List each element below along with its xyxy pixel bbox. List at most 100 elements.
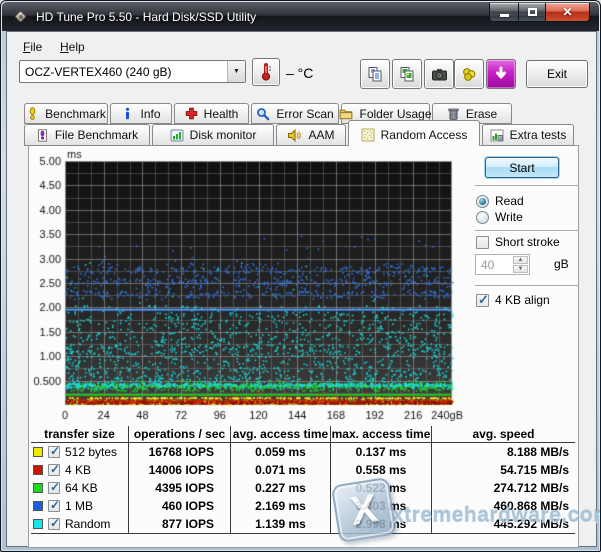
column-header: max. access time [330, 426, 431, 442]
tab-label: Random Access [380, 128, 468, 142]
write-radio[interactable] [476, 211, 489, 224]
tab-disk-monitor[interactable]: Disk monitor [152, 124, 274, 146]
tab-info[interactable]: Info [110, 103, 172, 124]
window-title: HD Tune Pro 5.50 - Hard Disk/SSD Utility [36, 10, 257, 24]
series-visible-checkbox[interactable] [48, 462, 60, 476]
random-access-panel: Start Read Write Short stroke 40 ▲ ▼ gB … [28, 145, 600, 548]
results-table-header: transfer size operations / sec avg. access… [31, 426, 575, 443]
spinner-down-icon[interactable]: ▼ [513, 265, 528, 273]
disk-monitor-icon [170, 129, 184, 142]
tab-label: File Benchmark [54, 128, 139, 142]
series-visible-checkbox[interactable] [48, 480, 60, 494]
minimize-button[interactable] [489, 3, 519, 22]
short-stroke-size-spinner[interactable]: 40 ▲ ▼ [475, 254, 530, 275]
tab-label: Error Scan [276, 106, 334, 121]
drive-select-value: OCZ-VERTEX460 (240 gB) [25, 64, 172, 79]
series-color-swatch [33, 519, 43, 529]
series-color-swatch [33, 501, 43, 511]
tab-random-access[interactable]: Random Access [348, 120, 480, 146]
tab-label: Benchmark [45, 106, 106, 121]
copy-text-button[interactable] [360, 59, 390, 89]
series-label: 64 KB [65, 481, 98, 495]
table-row: 64 KB 4395 IOPS0.227 ms0.522 ms274.712 MB… [31, 479, 575, 497]
minimize-icon [499, 13, 509, 17]
tab-health[interactable]: Health [174, 103, 249, 124]
close-button[interactable]: ✕ [545, 3, 590, 22]
aam-icon [287, 128, 302, 142]
tab-benchmark[interactable]: Benchmark [24, 103, 108, 124]
start-button[interactable]: Start [485, 157, 559, 178]
short-stroke-unit-label: gB [554, 257, 569, 271]
short-stroke-checkbox[interactable] [476, 236, 489, 249]
coins-icon [462, 67, 475, 81]
series-label: 1 MB [65, 499, 94, 513]
tab-error-scan[interactable]: Error Scan [251, 103, 339, 124]
tab-label: Extra tests [509, 128, 567, 142]
update-download-button[interactable] [486, 59, 516, 89]
short-stroke-label: Short stroke [495, 235, 560, 249]
file-benchmark-icon [36, 128, 49, 142]
tab-label: Health [203, 106, 239, 121]
exit-button[interactable]: Exit [526, 60, 588, 88]
value-cell: 0.137 ms [330, 443, 431, 461]
tab-label: Folder Usage [359, 106, 432, 121]
series-visible-checkbox[interactable] [48, 516, 60, 530]
value-cell: 0.558 ms [330, 461, 431, 479]
series-visible-checkbox[interactable] [48, 498, 60, 512]
column-header: transfer size [44, 427, 115, 441]
column-header: avg. access time [230, 426, 330, 442]
tab-label: Info [140, 106, 161, 121]
camera-icon [431, 68, 447, 80]
copy-image-icon [400, 66, 413, 81]
folder-usage-icon [339, 107, 353, 120]
temperature-readout: – °C [286, 65, 314, 81]
tab-row-2: File Benchmark Disk monitor AAM Random Acce… [24, 120, 574, 146]
tab-label: Erase [465, 106, 498, 121]
tab-file-benchmark[interactable]: File Benchmark [24, 124, 150, 146]
erase-icon [447, 107, 460, 120]
menu-file[interactable]: File [18, 38, 47, 56]
tab-aam[interactable]: AAM [276, 124, 346, 146]
table-row: 4 KB 14006 IOPS0.071 ms0.558 ms54.715 MB/… [31, 461, 575, 479]
value-cell: 2.169 ms [230, 497, 330, 515]
series-label: 512 bytes [65, 445, 118, 459]
title-bar: HD Tune Pro 5.50 - Hard Disk/SSD Utility… [2, 2, 599, 31]
screenshot-button[interactable] [424, 59, 454, 89]
value-cell: 877 IOPS [128, 515, 230, 533]
tab-extra-tests[interactable]: Extra tests [482, 124, 574, 146]
write-label: Write [495, 210, 523, 224]
client-area: File Help OCZ-VERTEX460 (240 gB) ▼ – °C [6, 31, 600, 548]
maximize-button[interactable] [518, 3, 546, 22]
value-cell: 0.227 ms [230, 479, 330, 497]
value-cell: 1.139 ms [230, 515, 330, 533]
copy-text-icon [368, 66, 381, 81]
menu-help[interactable]: Help [55, 38, 90, 56]
caption-buttons: ✕ [489, 3, 590, 22]
series-color-swatch [33, 447, 43, 457]
results-table-body: 512 bytes 16768 IOPS0.059 ms0.137 ms8.188… [31, 443, 575, 534]
extra-tests-icon [490, 129, 504, 142]
4kb-align-label: 4 KB align [495, 293, 550, 307]
value-cell: 0.071 ms [230, 461, 330, 479]
short-stroke-size-value: 40 [481, 258, 495, 272]
value-cell: 2.998 ms [330, 515, 431, 533]
series-color-swatch [33, 465, 43, 475]
chevron-down-icon[interactable]: ▼ [227, 61, 245, 82]
spinner-up-icon[interactable]: ▲ [513, 256, 528, 264]
random-access-chart [33, 149, 465, 423]
error-scan-icon [256, 107, 270, 121]
value-cell: 8.188 MB/s [431, 443, 575, 461]
copy-image-button[interactable] [392, 59, 422, 89]
table-row: Random 877 IOPS1.139 ms2.998 ms445.292 MB… [31, 515, 575, 533]
info-icon [121, 107, 134, 120]
tab-label: Disk monitor [189, 128, 257, 142]
value-cell: 54.715 MB/s [431, 461, 575, 479]
coins-button[interactable] [454, 59, 484, 89]
drive-select[interactable]: OCZ-VERTEX460 (240 gB) ▼ [19, 60, 246, 83]
4kb-align-checkbox[interactable] [476, 292, 489, 308]
results-table: transfer size operations / sec avg. access… [31, 426, 575, 534]
read-radio[interactable] [476, 195, 489, 208]
separator [475, 230, 579, 231]
temperature-button[interactable] [252, 58, 280, 86]
series-visible-checkbox[interactable] [48, 444, 60, 458]
